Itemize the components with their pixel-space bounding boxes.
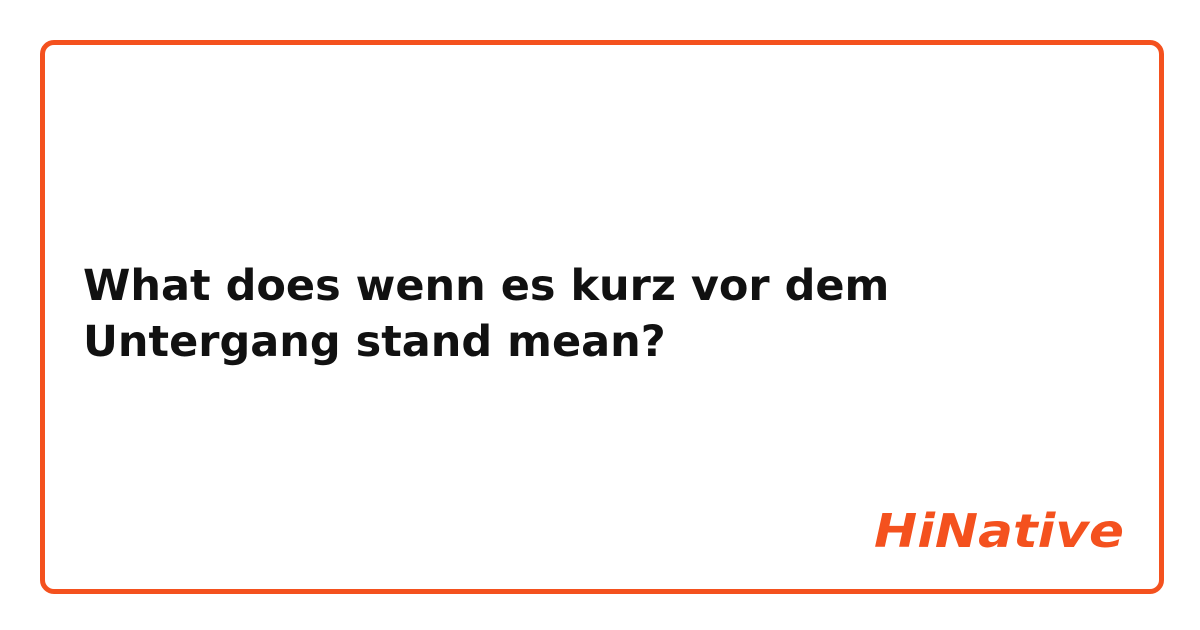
question-title: What does wenn es kurz vor dem Untergang… (83, 261, 890, 367)
svg-text:HiNative: HiNative (874, 505, 1124, 555)
hinative-logo: HiNative (874, 505, 1124, 555)
